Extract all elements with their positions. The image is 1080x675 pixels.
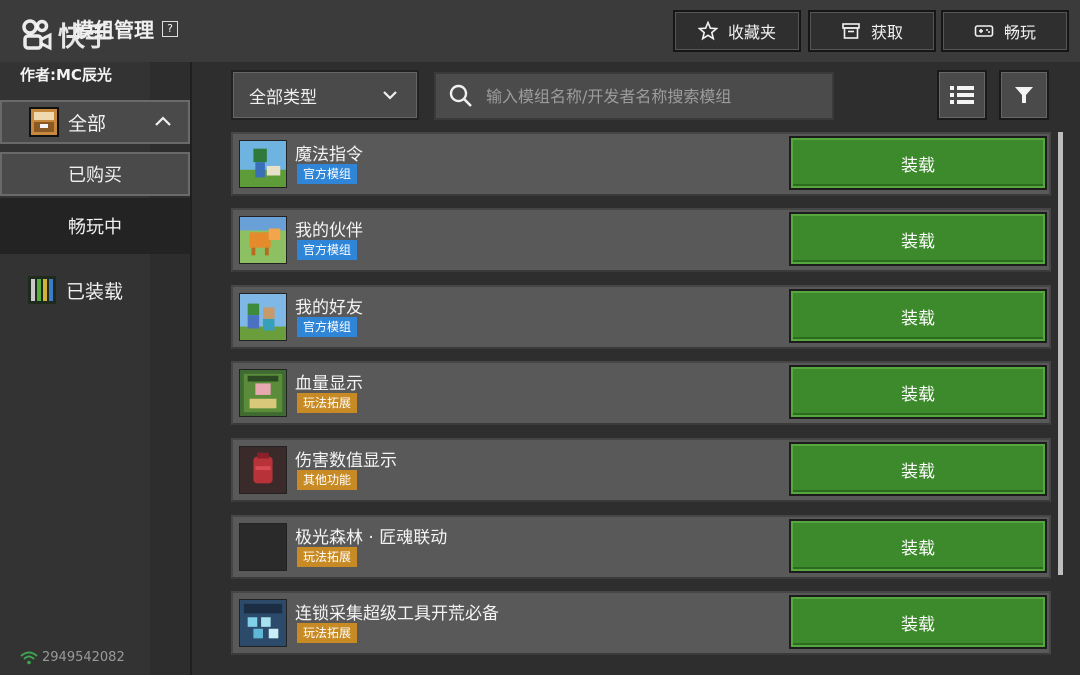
play-button[interactable]: 畅玩 (941, 10, 1069, 52)
mod-tag: 玩法拓展 (297, 623, 358, 643)
kuaishou-logo-icon (22, 19, 52, 51)
chevron-down-icon (381, 86, 399, 109)
load-button[interactable]: 装载 (789, 212, 1047, 266)
author-label: 作者:MC辰光 (20, 66, 112, 84)
chevron-up-icon (154, 112, 172, 131)
search-input[interactable] (484, 85, 828, 107)
sidebar-item-playing[interactable]: 畅玩中 (0, 198, 190, 254)
search-icon (449, 84, 472, 107)
mod-row: 极光森林 · 匠魂联动 玩法拓展 装载 (231, 515, 1051, 579)
bookshelf-icon (28, 276, 56, 304)
top-bar: 快手 模组管理 ? 收藏夹 获取 畅玩 (0, 0, 1080, 64)
mod-row: 伤害数值显示 其他功能 装载 (231, 438, 1051, 502)
load-button[interactable]: 装载 (789, 136, 1047, 190)
sidebar-item-all-label: 全部 (68, 112, 107, 135)
mod-tag: 官方模组 (297, 240, 358, 260)
mod-row: 血量显示 玩法拓展 装载 (231, 361, 1051, 425)
sidebar-item-bought[interactable]: 已购买 (0, 152, 190, 196)
load-button[interactable]: 装载 (789, 289, 1047, 343)
mod-row: 魔法指令 官方模组 装载 (231, 132, 1051, 196)
load-button[interactable]: 装载 (789, 595, 1047, 649)
mod-name: 我的伙伴 (295, 221, 363, 241)
help-icon[interactable]: ? (162, 20, 178, 37)
load-button[interactable]: 装载 (789, 442, 1047, 496)
network-id: 2949542082 (42, 650, 125, 665)
search-box[interactable] (434, 72, 834, 120)
sidebar-item-all[interactable]: 全部 (0, 100, 190, 144)
mod-name: 魔法指令 (295, 145, 363, 165)
mod-thumbnail (239, 369, 287, 417)
favorites-button[interactable]: 收藏夹 (673, 10, 801, 52)
mod-name: 伤害数值显示 (295, 451, 397, 471)
load-button[interactable]: 装载 (789, 519, 1047, 573)
mod-name: 血量显示 (295, 374, 363, 394)
list-icon (950, 86, 974, 104)
block-icon (29, 107, 59, 137)
sidebar: 全部 已购买 畅玩中 已装载 2949542082 (0, 62, 192, 675)
sidebar-item-installed-label: 已装载 (66, 280, 124, 303)
play-label: 畅玩 (1003, 23, 1036, 42)
main-panel: 全部类型 魔法指令 官方模组 装载 (192, 62, 1080, 675)
list-view-button[interactable] (937, 70, 987, 120)
page-title: 模组管理 ? (74, 14, 178, 43)
filter-button[interactable] (999, 70, 1049, 120)
gamepad-icon (974, 25, 994, 37)
mod-tag: 官方模组 (297, 164, 358, 184)
mod-thumbnail (239, 140, 287, 188)
get-label: 获取 (870, 23, 903, 42)
type-dropdown[interactable]: 全部类型 (231, 70, 419, 120)
network-status: 2949542082 (20, 650, 125, 665)
type-dropdown-value: 全部类型 (249, 87, 317, 108)
mod-name: 我的好友 (295, 298, 363, 318)
load-button[interactable]: 装载 (789, 365, 1047, 419)
page-title-text: 模组管理 (74, 18, 154, 42)
scrollbar[interactable] (1058, 132, 1063, 575)
mod-thumbnail (239, 523, 287, 571)
mod-thumbnail (239, 293, 287, 341)
sidebar-item-installed[interactable]: 已装载 (0, 270, 190, 310)
star-icon (697, 21, 718, 41)
mod-thumbnail (239, 599, 287, 647)
sidebar-item-playing-label: 畅玩中 (68, 217, 122, 238)
filter-icon (1015, 87, 1033, 103)
mod-tag: 玩法拓展 (297, 547, 358, 567)
mod-name: 极光森林 · 匠魂联动 (295, 528, 448, 548)
wifi-icon (20, 651, 38, 664)
sidebar-item-bought-label: 已购买 (68, 165, 122, 186)
mod-tag: 玩法拓展 (297, 393, 358, 413)
mod-row: 我的伙伴 官方模组 装载 (231, 208, 1051, 272)
mod-row: 我的好友 官方模组 装载 (231, 285, 1051, 349)
mod-name: 连锁采集超级工具开荒必备 (295, 604, 499, 624)
favorites-label: 收藏夹 (727, 23, 776, 42)
mod-tag: 官方模组 (297, 317, 358, 337)
mod-tag: 其他功能 (297, 470, 358, 490)
mod-thumbnail (239, 216, 287, 264)
store-icon (842, 23, 860, 39)
mod-row: 连锁采集超级工具开荒必备 玩法拓展 装载 (231, 591, 1051, 655)
mod-thumbnail (239, 446, 287, 494)
get-button[interactable]: 获取 (808, 10, 936, 52)
